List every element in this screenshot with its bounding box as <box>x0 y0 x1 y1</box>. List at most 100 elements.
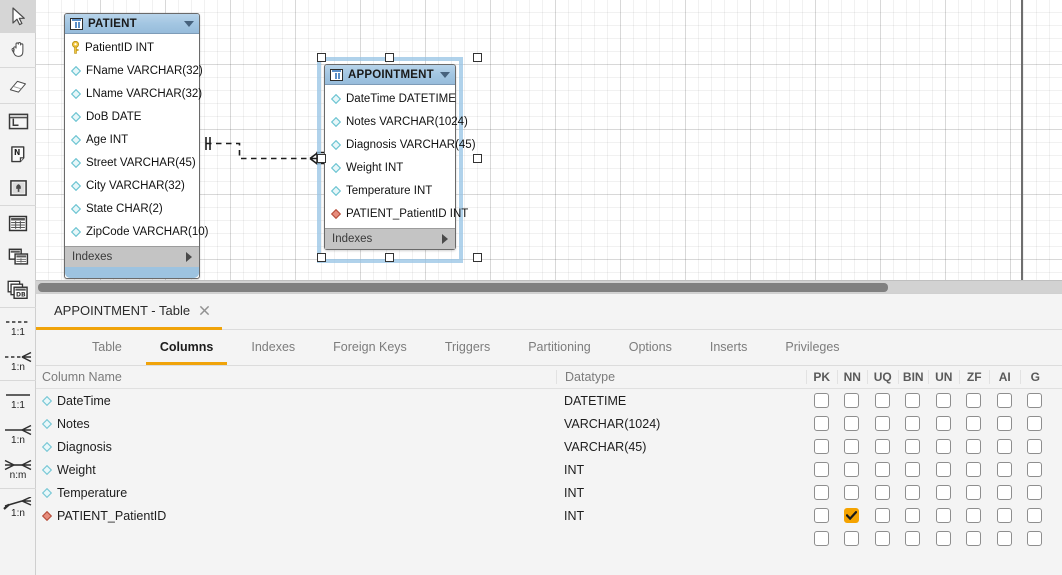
table-row[interactable] <box>36 527 1062 550</box>
eer-column[interactable]: DoB DATE <box>65 105 199 128</box>
checkbox-un[interactable] <box>935 531 951 546</box>
cell-datatype[interactable]: INT <box>556 509 806 523</box>
flag-cell-ai[interactable] <box>989 485 1020 500</box>
relationship-n-m[interactable]: n:m <box>0 452 36 487</box>
flag-cell-bin[interactable] <box>898 485 929 500</box>
tab-partitioning[interactable]: Partitioning <box>514 332 605 365</box>
flag-cell-bin[interactable] <box>898 416 929 431</box>
checkbox-zf[interactable] <box>966 416 982 431</box>
flag-cell-g[interactable] <box>1020 462 1051 477</box>
cell-datatype[interactable]: INT <box>556 486 806 500</box>
eer-diagram-canvas[interactable]: PATIENT PatientID INT FName VARCHAR(32) <box>36 0 1062 280</box>
checkbox-bin[interactable] <box>905 531 921 546</box>
chevron-down-icon[interactable] <box>184 20 194 27</box>
flag-cell-uq[interactable] <box>867 508 898 523</box>
checkbox-uq[interactable] <box>874 485 890 500</box>
flag-cell-un[interactable] <box>928 439 959 454</box>
flag-cell-uq[interactable] <box>867 439 898 454</box>
checkbox-g[interactable] <box>1027 416 1043 431</box>
flag-cell-uq[interactable] <box>867 416 898 431</box>
flag-cell-un[interactable] <box>928 416 959 431</box>
checkbox-zf[interactable] <box>966 531 982 546</box>
flag-cell-g[interactable] <box>1020 508 1051 523</box>
relationship-1-n-non-identifying[interactable]: 1:n <box>0 417 36 452</box>
flag-cell-zf[interactable] <box>959 531 990 546</box>
flag-cell-pk[interactable] <box>806 485 837 500</box>
flag-cell-nn[interactable] <box>837 531 868 546</box>
checkbox-pk[interactable] <box>813 462 829 477</box>
flag-cell-bin[interactable] <box>898 462 929 477</box>
flag-cell-zf[interactable] <box>959 508 990 523</box>
flag-cell-nn[interactable] <box>837 416 868 431</box>
flag-cell-ai[interactable] <box>989 439 1020 454</box>
eer-table-header[interactable]: APPOINTMENT <box>325 65 455 85</box>
checkbox-g[interactable] <box>1027 485 1043 500</box>
flag-cell-ai[interactable] <box>989 508 1020 523</box>
flag-cell-zf[interactable] <box>959 462 990 477</box>
relationship-1-1-non-identifying[interactable]: 1:1 <box>0 382 36 417</box>
flag-cell-nn[interactable] <box>837 393 868 408</box>
checkbox-uq[interactable] <box>874 508 890 523</box>
tab-foreign-keys[interactable]: Foreign Keys <box>319 332 421 365</box>
resize-handle-top-left[interactable] <box>317 53 326 62</box>
chevron-right-icon[interactable] <box>442 234 448 244</box>
flag-cell-g[interactable] <box>1020 485 1051 500</box>
eer-indexes-section[interactable]: Indexes <box>325 228 455 249</box>
flag-cell-nn[interactable] <box>837 508 868 523</box>
flag-cell-nn[interactable] <box>837 462 868 477</box>
eer-column[interactable]: ZipCode VARCHAR(10) <box>65 220 209 243</box>
checkbox-bin[interactable] <box>905 416 921 431</box>
relationship-1-1-identifying[interactable]: 1:1 <box>0 309 36 344</box>
checkbox-g[interactable] <box>1027 462 1043 477</box>
resize-handle-bottom-left[interactable] <box>317 253 326 262</box>
flag-cell-ai[interactable] <box>989 462 1020 477</box>
canvas-horizontal-scrollbar[interactable] <box>36 280 1062 293</box>
checkbox-ai[interactable] <box>996 439 1012 454</box>
checkbox-zf[interactable] <box>966 508 982 523</box>
relationship-pick-columns[interactable]: 1:n <box>0 490 36 525</box>
cell-column-name[interactable]: Weight <box>36 463 556 477</box>
tab-appointment-table[interactable]: APPOINTMENT - Table <box>36 294 223 330</box>
eer-indexes-section[interactable]: Indexes <box>65 246 199 267</box>
checkbox-g[interactable] <box>1027 531 1043 546</box>
eer-column[interactable]: FName VARCHAR(32) <box>65 59 203 82</box>
flag-cell-g[interactable] <box>1020 416 1051 431</box>
image-tool[interactable] <box>0 171 36 204</box>
checkbox-bin[interactable] <box>905 462 921 477</box>
resize-handle-middle-left[interactable] <box>317 154 326 163</box>
checkbox-pk[interactable] <box>813 393 829 408</box>
cell-datatype[interactable]: DATETIME <box>556 394 806 408</box>
checkbox-un[interactable] <box>935 485 951 500</box>
flag-cell-uq[interactable] <box>867 485 898 500</box>
resize-handle-top-right[interactable] <box>473 53 482 62</box>
eer-table-header[interactable]: PATIENT <box>65 14 199 34</box>
checkbox-nn[interactable] <box>844 439 860 454</box>
checkbox-bin[interactable] <box>905 439 921 454</box>
chevron-right-icon[interactable] <box>186 252 192 262</box>
layer-tool[interactable] <box>0 105 36 138</box>
tab-indexes[interactable]: Indexes <box>237 332 309 365</box>
checkbox-zf[interactable] <box>966 393 982 408</box>
checkbox-zf[interactable] <box>966 462 982 477</box>
flag-cell-pk[interactable] <box>806 508 837 523</box>
flag-cell-bin[interactable] <box>898 531 929 546</box>
pointer-tool[interactable] <box>0 0 36 33</box>
flag-cell-nn[interactable] <box>837 485 868 500</box>
flag-cell-uq[interactable] <box>867 393 898 408</box>
checkbox-ai[interactable] <box>996 393 1012 408</box>
tab-privileges[interactable]: Privileges <box>771 332 853 365</box>
cell-datatype[interactable]: VARCHAR(1024) <box>556 417 806 431</box>
cell-datatype[interactable]: INT <box>556 463 806 477</box>
checkbox-zf[interactable] <box>966 439 982 454</box>
flag-cell-nn[interactable] <box>837 439 868 454</box>
checkbox-nn[interactable] <box>844 462 860 477</box>
checkbox-nn[interactable] <box>844 531 860 546</box>
cell-datatype[interactable]: VARCHAR(45) <box>556 440 806 454</box>
flag-cell-un[interactable] <box>928 531 959 546</box>
flag-cell-bin[interactable] <box>898 508 929 523</box>
checkbox-nn[interactable] <box>844 393 860 408</box>
flag-cell-zf[interactable] <box>959 416 990 431</box>
flag-cell-pk[interactable] <box>806 462 837 477</box>
checkbox-g[interactable] <box>1027 508 1043 523</box>
flag-cell-zf[interactable] <box>959 393 990 408</box>
